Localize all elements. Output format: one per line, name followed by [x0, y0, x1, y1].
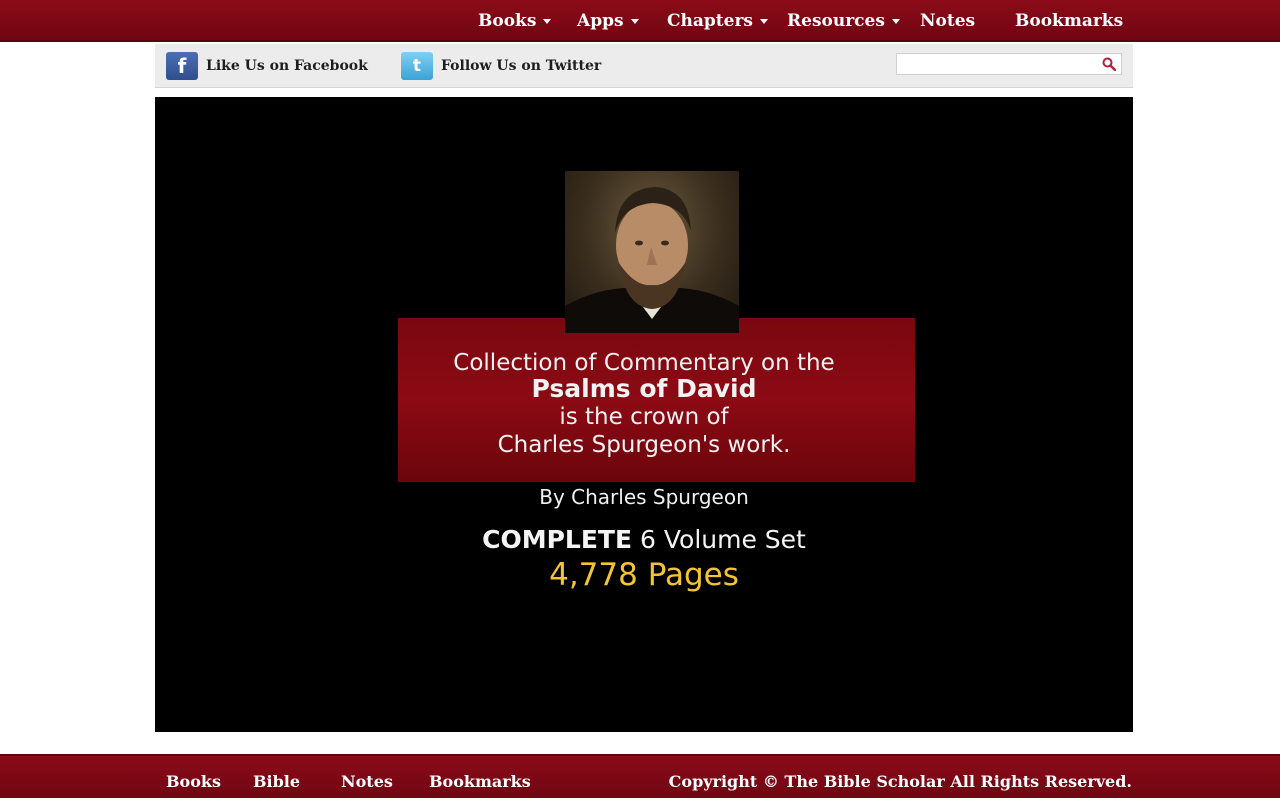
chevron-down-icon [760, 19, 768, 24]
facebook-link[interactable]: f Like Us on Facebook [166, 52, 368, 80]
nav-bookmarks-label: Bookmarks [1015, 11, 1124, 31]
footer-bookmarks-link[interactable]: Bookmarks [429, 756, 531, 798]
banner-line-4: Charles Spurgeon's work. [497, 432, 791, 458]
nav-books[interactable]: Books [478, 0, 552, 42]
footer-copyright: Copyright © The Bible Scholar All Rights… [668, 772, 1132, 791]
portrait-image [565, 187, 739, 333]
nav-resources[interactable]: Resources [787, 0, 900, 42]
footer-bible-link[interactable]: Bible [253, 756, 300, 798]
chevron-down-icon [630, 19, 639, 24]
nav-chapters-label: Chapters [667, 11, 753, 31]
nav-chapters[interactable]: Chapters [667, 0, 768, 42]
nav-notes-label: Notes [920, 11, 976, 31]
banner-page-count: 4,778 Pages [549, 557, 739, 593]
banner-book-title: Psalms of David [531, 374, 757, 403]
twitter-link[interactable]: t Follow Us on Twitter [401, 52, 601, 80]
search-input[interactable] [897, 54, 1097, 74]
chevron-down-icon [543, 19, 552, 24]
footer-notes-link[interactable]: Notes [341, 756, 393, 798]
nav-notes[interactable]: Notes [920, 0, 975, 42]
twitter-label: Follow Us on Twitter [441, 58, 602, 74]
volume-label: 6 Volume Set [632, 525, 806, 554]
nav-books-label: Books [478, 11, 537, 31]
nav-apps-label: Apps [577, 11, 624, 31]
top-navbar: Books Apps Chapters Resources Notes Book… [0, 0, 1280, 42]
nav-bookmarks[interactable]: Bookmarks [1015, 0, 1123, 42]
complete-label: COMPLETE [482, 525, 633, 554]
social-bar: f Like Us on Facebook t Follow Us on Twi… [155, 44, 1133, 88]
footer-bar: Books Bible Notes Bookmarks Copyright © … [0, 754, 1280, 798]
banner-author: By Charles Spurgeon [539, 485, 749, 509]
banner-line-1: Collection of Commentary on the [453, 350, 835, 376]
nav-apps[interactable]: Apps [577, 0, 639, 42]
search-box [896, 53, 1122, 75]
search-icon[interactable] [1102, 57, 1116, 71]
twitter-icon: t [401, 52, 433, 80]
banner-line-3: is the crown of [559, 404, 729, 430]
banner-volume-set: COMPLETE 6 Volume Set [155, 525, 1133, 554]
facebook-icon: f [166, 52, 198, 80]
nav-resources-label: Resources [787, 11, 885, 31]
author-portrait [565, 171, 739, 333]
chevron-down-icon [891, 19, 900, 24]
book-banner[interactable]: Collection of Commentary on the Psalms o… [155, 97, 1133, 732]
footer-books-link[interactable]: Books [166, 756, 221, 798]
facebook-label: Like Us on Facebook [206, 58, 368, 74]
